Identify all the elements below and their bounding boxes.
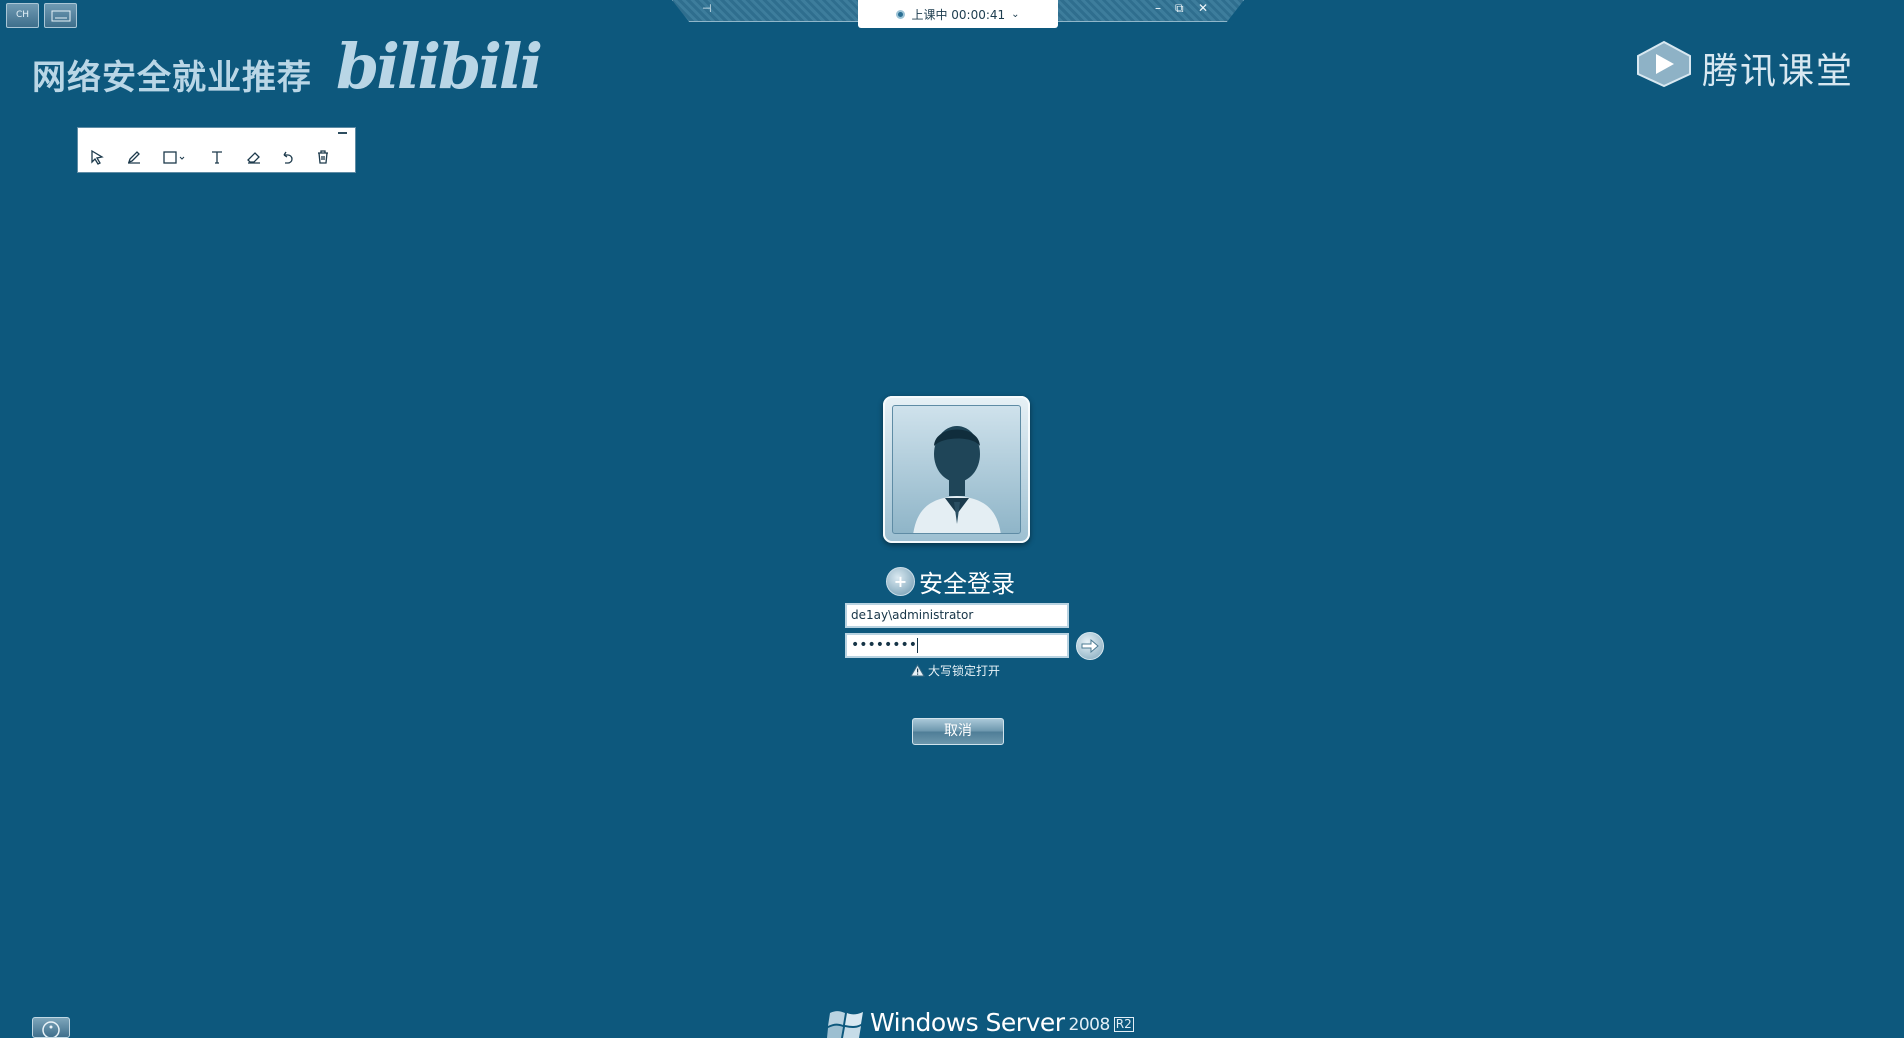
warning-icon: [910, 664, 925, 677]
session-status-pill[interactable]: 上课中 00:00:41 ⌄: [858, 0, 1058, 28]
caps-lock-warning: 大写锁定打开: [910, 662, 1000, 679]
username-field[interactable]: de1ay\administrator: [845, 603, 1069, 628]
undo-icon: [283, 151, 293, 164]
keyboard-button[interactable]: [44, 3, 77, 28]
close-button[interactable]: ✕: [1198, 1, 1208, 15]
ease-of-access-icon: [42, 1021, 60, 1038]
password-field[interactable]: ••••••••: [845, 633, 1069, 658]
text-tool-button[interactable]: [206, 147, 228, 167]
windows-server-branding: Windows Server 2008 R2: [826, 1005, 1134, 1038]
user-avatar-frame: [883, 396, 1030, 543]
trash-icon: [318, 150, 328, 164]
caps-lock-text: 大写锁定打开: [928, 664, 1001, 678]
select-tool-button[interactable]: [86, 147, 108, 167]
session-status-text: 上课中 00:00:41: [911, 7, 1006, 22]
secure-logon-icon: +: [886, 566, 915, 596]
pen-icon: [127, 151, 140, 164]
tencent-classroom-logo-text: 腾讯课堂: [1702, 51, 1855, 92]
cancel-button[interactable]: 取消: [912, 718, 1004, 745]
tencent-classroom-logo-icon: [1637, 40, 1691, 88]
windows-logo-icon: [827, 1011, 863, 1038]
ease-of-access-button[interactable]: [32, 1017, 70, 1038]
brand-year: 2008: [1068, 1015, 1111, 1035]
chevron-down-icon: ⌄: [1011, 8, 1020, 20]
shape-rectangle-icon: [163, 151, 185, 164]
login-title: 安全登录: [919, 569, 1015, 598]
clear-all-button[interactable]: [312, 147, 334, 167]
user-avatar: [892, 405, 1021, 534]
keyboard-language-label: CH: [15, 10, 30, 20]
login-title-row: + 安全登录: [886, 565, 1015, 598]
toolbar-minimize-button[interactable]: [338, 132, 347, 134]
text-caret: [917, 637, 919, 653]
shape-tool-button[interactable]: [160, 147, 190, 167]
live-indicator-icon: [896, 9, 906, 19]
restore-button[interactable]: ⧉: [1175, 1, 1184, 16]
undo-button[interactable]: [277, 147, 299, 167]
eraser-tool-button[interactable]: [243, 147, 265, 167]
eraser-icon: [247, 152, 260, 164]
watermark-text: 网络安全就业推荐: [32, 58, 312, 98]
language-bar-button[interactable]: CH: [6, 3, 39, 28]
annotation-toolbar: [77, 127, 356, 173]
password-mask: ••••••••: [851, 637, 918, 653]
pen-tool-button[interactable]: [123, 147, 145, 167]
bilibili-logo: bilibili: [336, 30, 543, 103]
keyboard-icon: [51, 10, 70, 22]
user-silhouette-icon: [913, 426, 1001, 533]
brand-edition: R2: [1113, 1017, 1134, 1032]
arrow-right-icon: [1081, 639, 1099, 653]
brand-name: Windows Server: [870, 1008, 1065, 1037]
select-arrow-icon: [91, 149, 104, 165]
username-value: de1ay\administrator: [851, 608, 974, 622]
pin-icon[interactable]: ⊣: [702, 2, 712, 15]
minimize-button[interactable]: –: [1155, 1, 1161, 15]
text-tool-icon: [212, 151, 222, 164]
submit-arrow-button[interactable]: [1076, 632, 1104, 660]
